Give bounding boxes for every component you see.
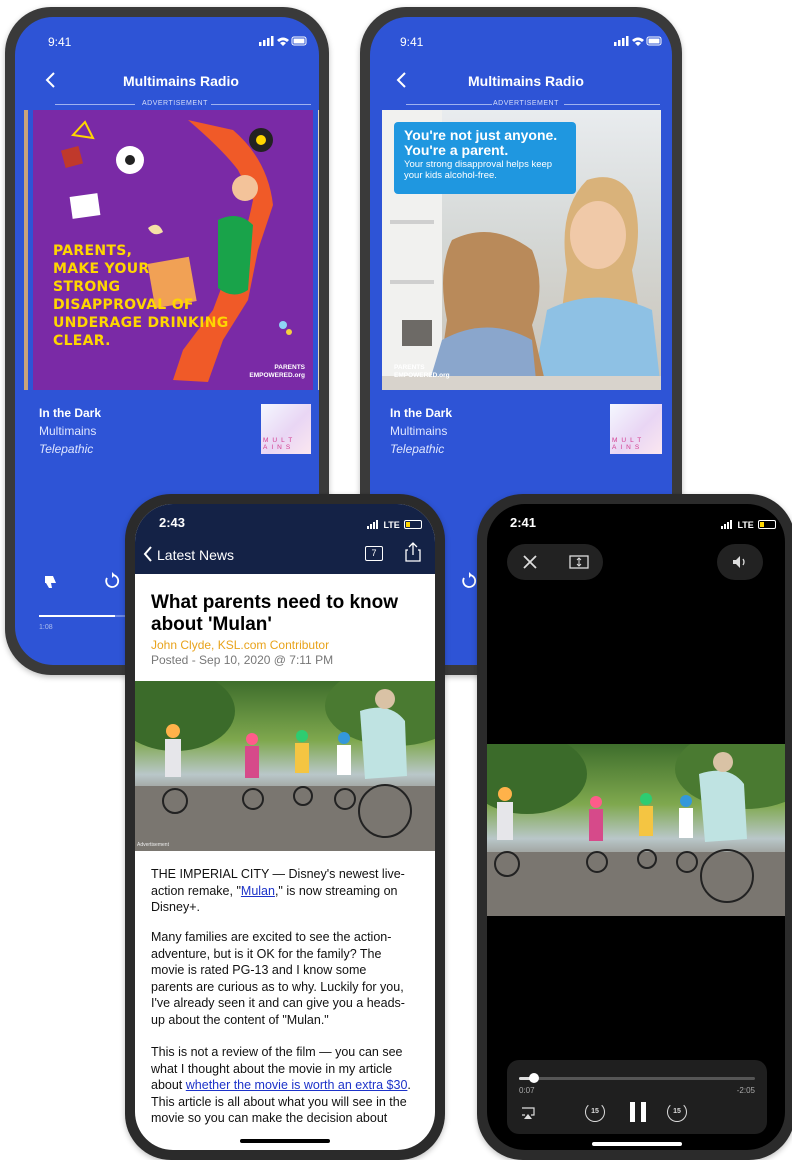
track-artist: Multimains xyxy=(390,424,448,438)
pause-icon[interactable] xyxy=(629,1102,647,1122)
video-screen: 2:41 LTE 0:07 -2:05 15 15 xyxy=(487,504,785,1150)
ad-divider xyxy=(564,104,660,105)
ad-body: Your strong disapproval helps keep your … xyxy=(404,159,553,181)
track-title: In the Dark xyxy=(390,406,453,420)
track-info: In the Dark Multimains Telepathic xyxy=(39,404,101,458)
skip-forward-seconds: 15 xyxy=(673,1108,681,1115)
mulan-link[interactable]: Mulan xyxy=(241,884,275,898)
elapsed-time: 0:07 xyxy=(519,1086,535,1095)
skip-back-seconds: 15 xyxy=(591,1108,599,1115)
brand-logo: PARENTS EMPOWERED.org xyxy=(394,364,450,379)
status-icons xyxy=(259,36,307,46)
news-screen: 2:43 LTE Latest News 7 What parents need… xyxy=(135,504,435,1150)
article-paragraph: THE IMPERIAL CITY — Disney's newest live… xyxy=(151,866,406,916)
back-chevron-icon[interactable] xyxy=(396,72,408,88)
poster-line: STRONG xyxy=(53,279,121,295)
signal-icon xyxy=(721,520,732,530)
brand-logo: PARENTS EMPOWERED.org xyxy=(249,364,305,379)
back-chevron-icon[interactable] xyxy=(143,546,153,562)
top-controls xyxy=(507,544,603,580)
poster-line: PARENTS, xyxy=(53,243,133,259)
ad-label: ADVERTISEMENT xyxy=(493,100,559,107)
network-label: LTE xyxy=(383,519,400,530)
nav-title: Multimains Radio xyxy=(123,73,239,89)
comments-button[interactable]: 7 xyxy=(365,546,383,561)
status-time: 2:43 xyxy=(159,515,186,530)
album-thumb[interactable]: MULT AINS xyxy=(610,404,662,454)
replay-icon[interactable] xyxy=(103,572,121,590)
ad-headline: You're not just anyone. xyxy=(404,127,558,143)
ad-callout: You're not just anyone. You're a parent.… xyxy=(394,122,576,194)
article-paragraph: This is not a review of the film — you c… xyxy=(151,1044,413,1127)
battery-icon xyxy=(758,520,777,530)
article-image[interactable]: Advertisement xyxy=(135,681,435,851)
comment-count: 7 xyxy=(371,548,377,558)
elapsed-time: 1:08 xyxy=(39,624,53,631)
phone-video: 2:41 LTE 0:07 -2:05 15 15 xyxy=(477,494,792,1160)
scrubber-track[interactable] xyxy=(519,1077,755,1080)
playback-controls: 0:07 -2:05 15 15 xyxy=(507,1060,767,1134)
news-header: 2:43 LTE Latest News 7 xyxy=(135,504,435,574)
back-label[interactable]: Latest News xyxy=(157,547,234,563)
replay-icon[interactable] xyxy=(460,572,478,590)
remaining-time: -2:05 xyxy=(736,1086,755,1095)
article-paragraph: Many families are excited to see the act… xyxy=(151,930,405,1027)
phone-news: 2:43 LTE Latest News 7 What parents need… xyxy=(125,494,445,1160)
status-icons: LTE xyxy=(367,516,423,530)
home-indicator[interactable] xyxy=(592,1142,682,1146)
track-artist: Multimains xyxy=(39,424,97,438)
album-peek xyxy=(24,110,28,390)
image-caption: Advertisement xyxy=(137,842,169,848)
headline: What parents need to know about 'Mulan' xyxy=(151,592,399,635)
thumbs-down-icon[interactable] xyxy=(43,574,59,590)
album-peek xyxy=(318,110,319,390)
author[interactable]: John Clyde, KSL.com Contributor xyxy=(151,638,329,652)
cyclists-scene xyxy=(135,681,435,851)
airplay-icon[interactable] xyxy=(521,1107,535,1119)
track-info: In the Dark Multimains Telepathic xyxy=(390,404,452,458)
poster-line: DISAPPROVAL OF xyxy=(53,297,194,313)
poster-line: CLEAR. xyxy=(53,333,111,349)
status-time: 9:41 xyxy=(400,35,424,49)
ad-poster[interactable]: PARENTS, MAKE YOUR STRONG DISAPPROVAL OF… xyxy=(33,110,313,390)
video-frame[interactable] xyxy=(487,744,785,916)
home-indicator[interactable] xyxy=(240,1139,330,1143)
signal-icon xyxy=(367,520,378,530)
posted-date: Posted - Sep 10, 2020 @ 7:11 PM xyxy=(151,653,334,667)
status-time: 2:41 xyxy=(510,515,537,530)
poster-line: UNDERAGE DRINKING xyxy=(53,315,229,331)
status-icons xyxy=(614,36,662,46)
worth-it-link[interactable]: whether the movie is worth an extra $30 xyxy=(186,1078,408,1092)
track-title: In the Dark xyxy=(39,406,102,420)
back-chevron-icon[interactable] xyxy=(45,72,57,88)
progress-fill xyxy=(39,615,115,617)
volume-button[interactable] xyxy=(717,544,763,580)
ad-headline: You're a parent. xyxy=(404,142,509,158)
ad-divider xyxy=(211,104,311,105)
skip-back-button[interactable]: 15 xyxy=(585,1102,605,1122)
ad-divider xyxy=(55,104,135,105)
track-album: Telepathic xyxy=(390,442,445,456)
poster-headline: PARENTS, MAKE YOUR STRONG DISAPPROVAL OF… xyxy=(53,242,229,350)
thumb-text: MULT AINS xyxy=(263,437,297,451)
scrubber-knob[interactable] xyxy=(528,1073,539,1083)
network-label: LTE xyxy=(737,519,754,530)
ad-photo[interactable]: You're not just anyone. You're a parent.… xyxy=(382,110,661,390)
speaker-icon xyxy=(733,556,745,568)
ad-divider xyxy=(406,104,492,105)
album-thumb[interactable]: MULT AINS xyxy=(261,404,311,454)
skip-forward-button[interactable]: 15 xyxy=(667,1102,687,1122)
thumb-text: MULT AINS xyxy=(612,437,646,451)
status-icons: LTE xyxy=(721,516,777,530)
share-icon[interactable] xyxy=(405,542,421,562)
close-icon[interactable] xyxy=(523,555,537,569)
nav-title: Multimains Radio xyxy=(468,73,584,89)
ad-label: ADVERTISEMENT xyxy=(142,100,208,107)
poster-line: MAKE YOUR xyxy=(53,261,150,277)
status-time: 9:41 xyxy=(48,35,72,49)
resize-icon[interactable] xyxy=(569,555,589,569)
track-album: Telepathic xyxy=(39,442,94,456)
cyclists-scene xyxy=(487,744,785,916)
battery-icon xyxy=(404,520,423,530)
